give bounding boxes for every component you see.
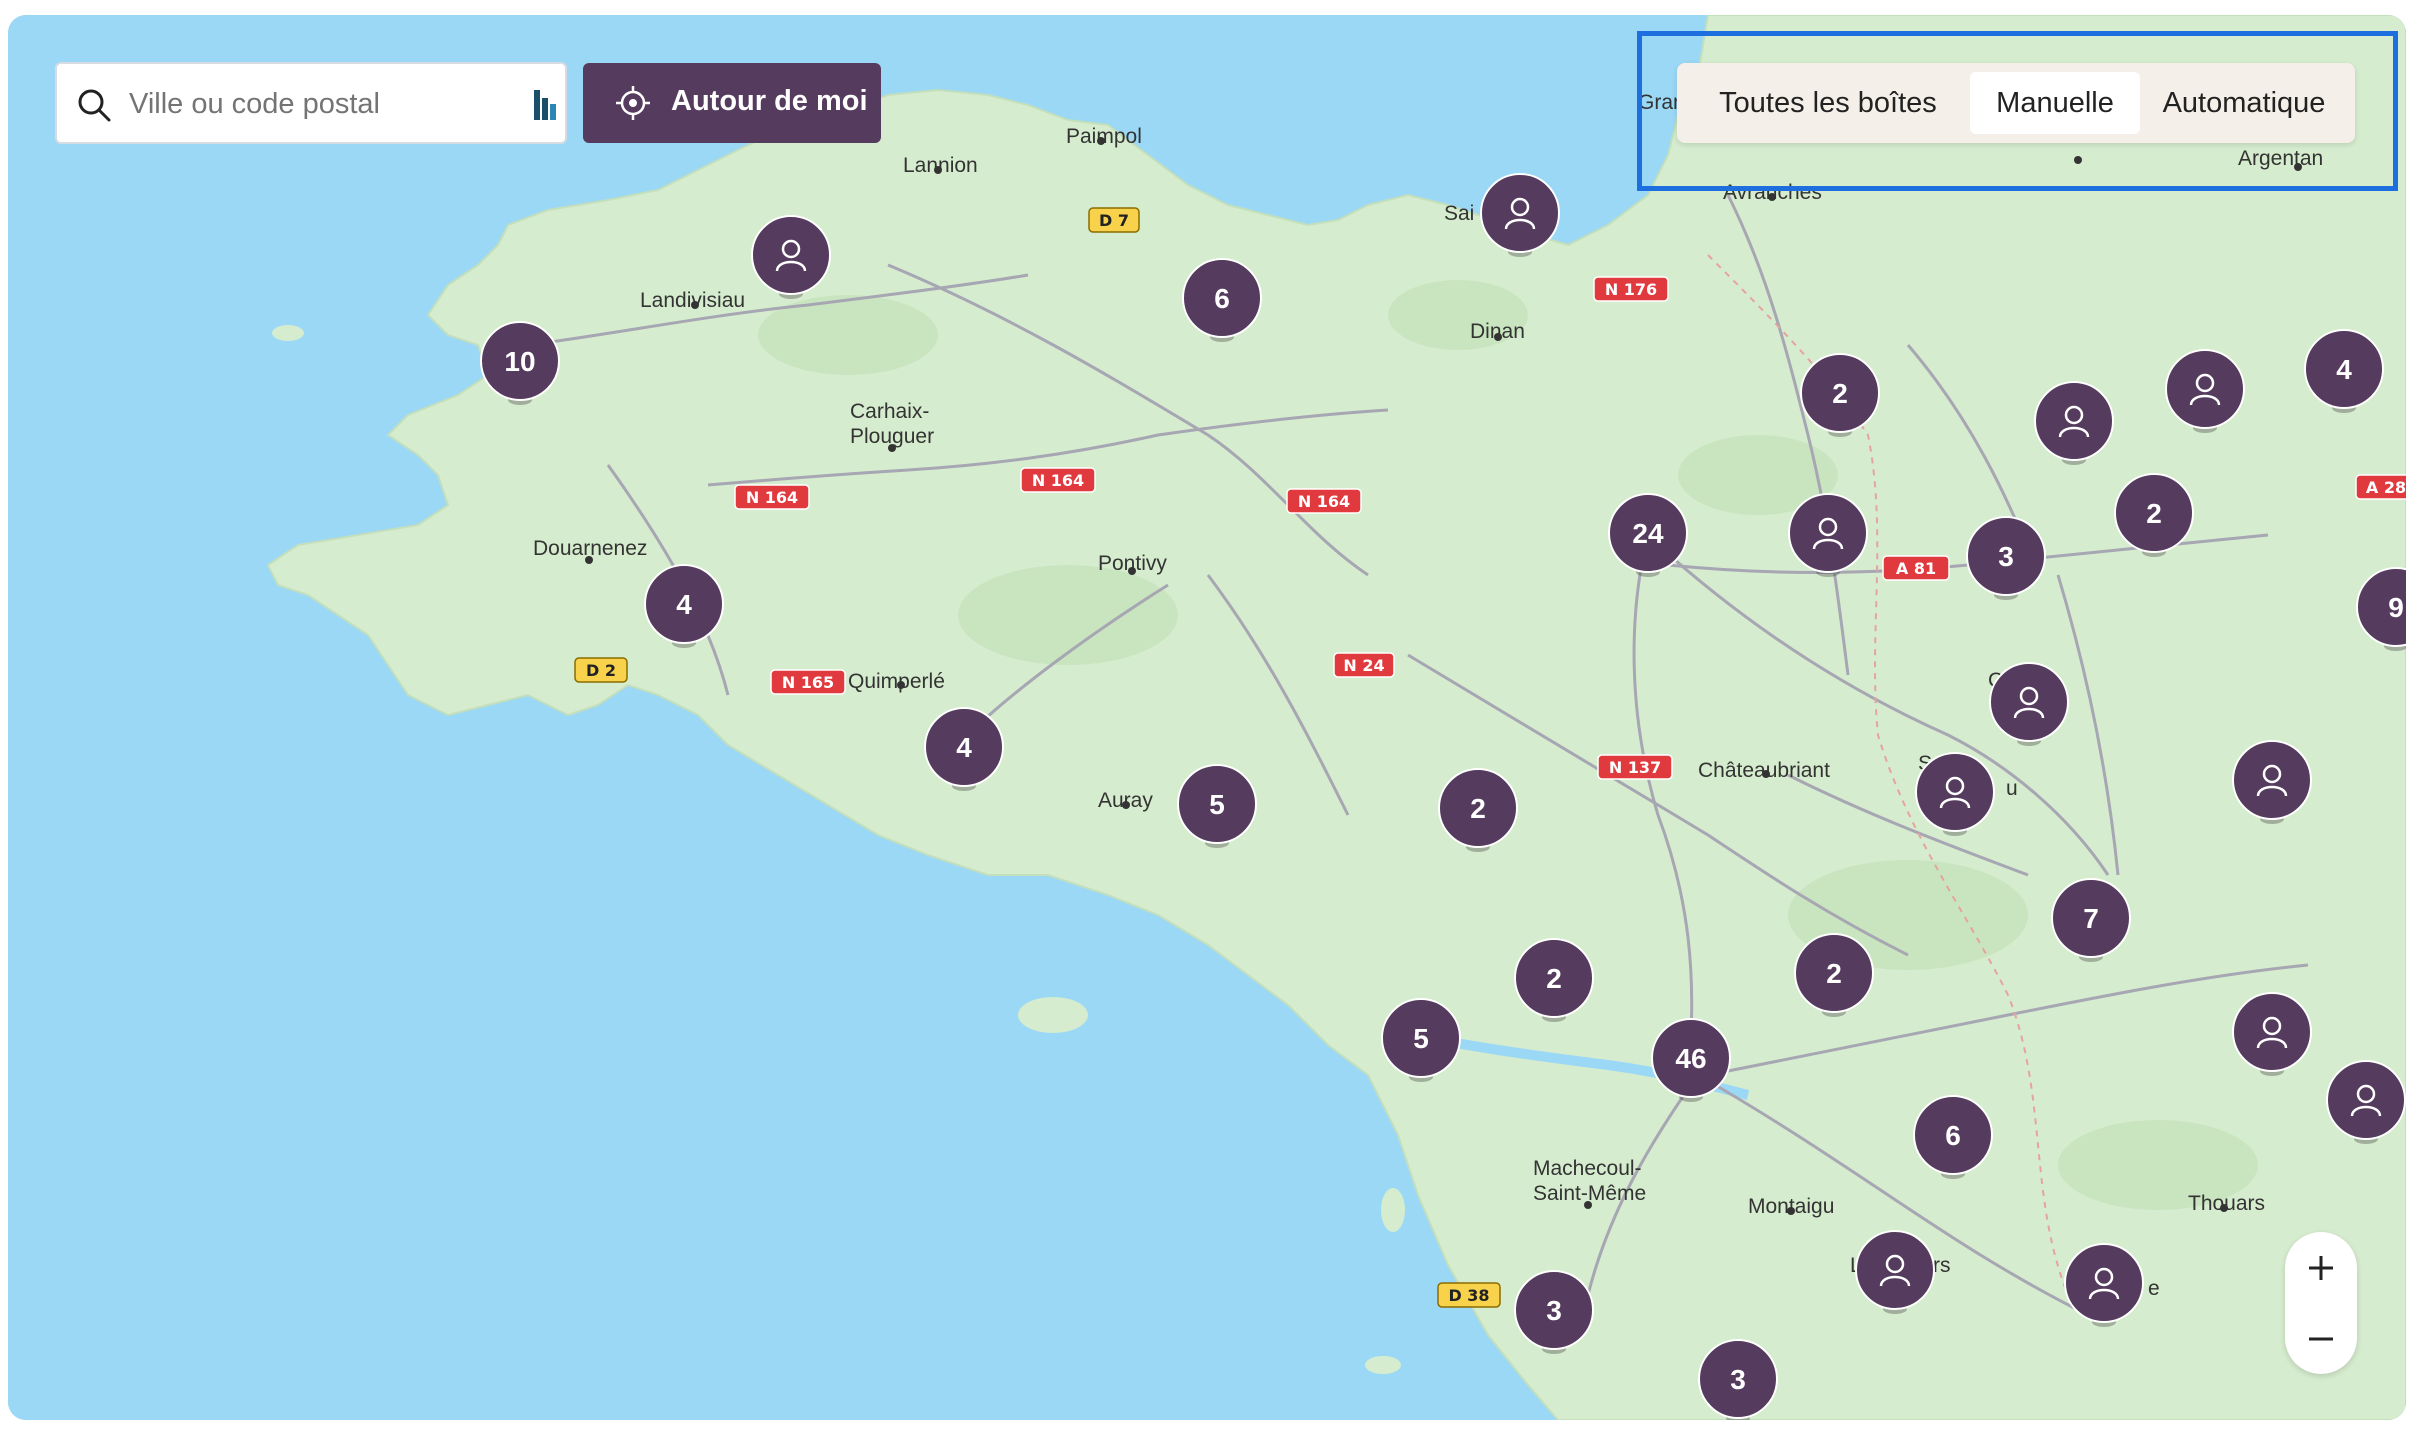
marker-count: 7 [2083, 903, 2099, 934]
road-shield: D 7 [1088, 207, 1140, 233]
road-shield: N 164 [1286, 488, 1362, 514]
road-shield: N 137 [1597, 754, 1673, 780]
road-shield: N 176 [1593, 276, 1669, 302]
svg-text:D 2: D 2 [586, 661, 616, 680]
place-label: Paimpol [1066, 125, 1142, 148]
marker-count: 5 [1209, 789, 1225, 820]
road-shield: D 2 [574, 657, 628, 683]
zoom-out-button[interactable] [2285, 1303, 2357, 1374]
mode-option-automatic[interactable]: Automatique [2143, 72, 2345, 134]
marker-count: 5 [1413, 1023, 1429, 1054]
search-input[interactable] [127, 78, 511, 130]
search-box[interactable] [55, 62, 567, 144]
marker-count: 4 [956, 732, 972, 763]
marker-count: 2 [1470, 793, 1486, 824]
svg-text:N 164: N 164 [746, 488, 798, 507]
marker-count: 4 [2336, 354, 2352, 385]
road-shield: A 81 [1882, 555, 1950, 581]
marker-count: 2 [1826, 958, 1842, 989]
road-shield: N 24 [1333, 652, 1395, 678]
marker-circle [2165, 349, 2245, 429]
plus-icon [2309, 1256, 2333, 1280]
road-shield: D 38 [1437, 1282, 1501, 1308]
svg-text:N 24: N 24 [1343, 656, 1384, 675]
place-label: e [2148, 1277, 2160, 1300]
around-me-button[interactable]: Autour de moi [583, 63, 881, 143]
marker-count: 24 [1632, 518, 1664, 549]
svg-text:A 28: A 28 [2366, 478, 2406, 497]
location-target-icon [616, 86, 650, 120]
marker-circle [2064, 1243, 2144, 1323]
mode-option-manual[interactable]: Manuelle [1970, 72, 2140, 134]
marker-count: 4 [676, 589, 692, 620]
brand-logo-icon [534, 90, 556, 120]
place-label: Sai [1444, 202, 1474, 225]
svg-text:N 137: N 137 [1609, 758, 1661, 777]
place-label: Quimperlé [848, 670, 945, 693]
marker-count: 2 [1546, 963, 1562, 994]
place-label: Carhaix- [850, 400, 929, 423]
marker-circle [1855, 1230, 1935, 1310]
marker-count: 2 [1832, 378, 1848, 409]
mode-toggle[interactable]: Toutes les boîtes Manuelle Automatique [1677, 63, 2355, 143]
marker-count: 3 [1546, 1295, 1562, 1326]
marker-circle [2034, 381, 2114, 461]
svg-text:N 176: N 176 [1605, 280, 1657, 299]
road-shield: A 28 [2355, 474, 2406, 500]
marker-count: 3 [1730, 1364, 1746, 1395]
marker-count: 10 [504, 346, 535, 377]
place-label: Machecoul- [1533, 1157, 1642, 1180]
svg-text:N 165: N 165 [782, 673, 834, 692]
marker-circle [2326, 1060, 2406, 1140]
marker-count: 2 [2146, 498, 2162, 529]
marker-circle [1915, 752, 1995, 832]
around-me-label: Autour de moi [671, 85, 868, 117]
marker-count: 6 [1945, 1120, 1961, 1151]
svg-text:A 81: A 81 [1896, 559, 1936, 578]
svg-text:N 164: N 164 [1298, 492, 1350, 511]
zoom-control[interactable] [2285, 1232, 2357, 1374]
place-label: u [2006, 777, 2018, 800]
marker-circle [751, 215, 831, 295]
road-shield: N 164 [734, 484, 810, 510]
marker-circle [1788, 493, 1868, 573]
marker-count: 6 [1214, 283, 1230, 314]
zoom-in-button[interactable] [2285, 1232, 2357, 1303]
marker-count: 3 [1998, 541, 2014, 572]
marker-circle [2232, 740, 2312, 820]
place-label: rs [1933, 1254, 1951, 1277]
marker-count: 9 [2388, 592, 2404, 623]
place-label: Argentan [2238, 147, 2323, 170]
place-label: Thouars [2188, 1192, 2265, 1215]
marker-circle [1480, 173, 1560, 253]
svg-text:D 38: D 38 [1448, 1286, 1489, 1305]
marker-circle [2232, 992, 2312, 1072]
place-label: Châteaubriant [1698, 759, 1830, 782]
marker-circle [1989, 662, 2069, 742]
road-shield: N 165 [770, 669, 846, 695]
search-icon [78, 89, 111, 122]
map-canvas[interactable]: Paimpol Lannion Landivisiau Carhaix- Plo… [8, 15, 2406, 1420]
place-label: Landivisiau [640, 289, 745, 312]
svg-text:D 7: D 7 [1099, 211, 1129, 230]
cluster-marker[interactable]: 3 [1698, 1339, 1778, 1420]
map[interactable]: Paimpol Lannion Landivisiau Carhaix- Plo… [8, 15, 2406, 1420]
marker-count: 46 [1675, 1043, 1706, 1074]
place-label: Lannion [903, 154, 978, 177]
minus-icon [2309, 1337, 2333, 1341]
road-shield: N 164 [1020, 467, 1096, 493]
mode-option-all[interactable]: Toutes les boîtes [1687, 72, 1969, 134]
svg-text:N 164: N 164 [1032, 471, 1084, 490]
